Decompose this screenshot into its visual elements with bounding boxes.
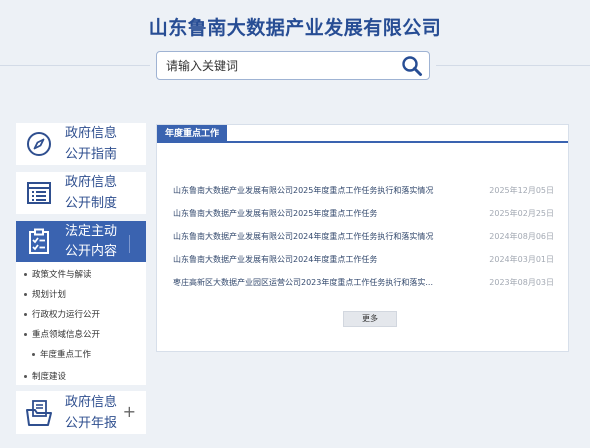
news-date: 2024年08月06日 — [489, 232, 554, 241]
submenu-item-plans[interactable]: 规划计划 — [24, 288, 66, 300]
sidebar-item-label: 公开指南 — [64, 147, 117, 162]
news-title[interactable]: 枣庄高新区大数据产业园区运营公司2023年度重点工作任务执行和落实... — [173, 276, 463, 290]
news-title[interactable]: 山东鲁南大数据产业发展有限公司2025年度重点工作任务 — [173, 207, 463, 221]
sidebar-item-label: 公开制度 — [64, 196, 117, 211]
document-folder-icon — [25, 399, 53, 427]
submenu-item-institution[interactable]: 制度建设 — [24, 370, 66, 382]
compass-icon — [25, 130, 53, 158]
header-divider-right — [436, 65, 590, 66]
divider — [129, 235, 130, 253]
news-date: 2024年03月01日 — [489, 255, 554, 264]
sidebar-item-disclosure-guide[interactable]: 政府信息 公开指南 — [16, 123, 146, 165]
sidebar-item-label: 法定主动 — [64, 224, 117, 239]
news-title[interactable]: 山东鲁南大数据产业发展有限公司2024年度重点工作任务 — [173, 253, 463, 267]
checklist-icon — [25, 227, 53, 255]
sidebar-submenu: 政策文件与解读 规划计划 行政权力运行公开 重点领域信息公开 年度重点工作 制度… — [16, 262, 146, 385]
sidebar-item-annual-report[interactable]: 政府信息 公开年报 + — [16, 391, 146, 434]
sidebar-item-label: 政府信息 — [64, 175, 117, 190]
list-item[interactable]: 山东鲁南大数据产业发展有限公司2024年度重点工作任务 2024年03月01日 — [173, 253, 554, 267]
tab-annual-key-work[interactable]: 年度重点工作 — [157, 125, 228, 143]
content-panel: 年度重点工作 山东鲁南大数据产业发展有限公司2025年度重点工作任务执行和落实情… — [156, 124, 569, 352]
sidebar-item-label: 政府信息 — [64, 126, 117, 141]
submenu-item-admin-power[interactable]: 行政权力运行公开 — [24, 308, 100, 320]
more-button[interactable]: 更多 — [343, 311, 397, 327]
sidebar-item-disclosure-system[interactable]: 政府信息 公开制度 — [16, 172, 146, 214]
submenu-item-key-areas[interactable]: 重点领域信息公开 — [24, 328, 100, 340]
news-title[interactable]: 山东鲁南大数据产业发展有限公司2024年度重点工作任务执行和落实情况 — [173, 230, 463, 244]
list-item[interactable]: 山东鲁南大数据产业发展有限公司2025年度重点工作任务执行和落实情况 2025年… — [173, 184, 554, 198]
plus-icon[interactable]: + — [123, 404, 136, 420]
news-date: 2025年02月25日 — [489, 209, 554, 218]
sidebar-item-label: 政府信息 — [64, 395, 117, 410]
sidebar-item-label: 公开年报 — [64, 416, 117, 431]
list-icon — [25, 179, 53, 207]
panel-header: 年度重点工作 — [157, 125, 568, 143]
sidebar-item-label: 公开内容 — [64, 244, 117, 259]
submenu-item-annual-key-work[interactable]: 年度重点工作 — [32, 348, 91, 360]
news-title[interactable]: 山东鲁南大数据产业发展有限公司2025年度重点工作任务执行和落实情况 — [173, 184, 463, 198]
news-date: 2023年08月03日 — [489, 278, 554, 287]
header-divider-left — [0, 65, 150, 66]
search-box — [156, 51, 430, 80]
list-item[interactable]: 枣庄高新区大数据产业园区运营公司2023年度重点工作任务执行和落实... 202… — [173, 276, 554, 290]
site-title: 山东鲁南大数据产业发展有限公司 — [148, 17, 442, 39]
search-input[interactable] — [166, 57, 391, 75]
submenu-item-policy-docs[interactable]: 政策文件与解读 — [24, 268, 92, 280]
news-date: 2025年12月05日 — [489, 186, 554, 195]
search-icon[interactable] — [401, 55, 423, 77]
list-item[interactable]: 山东鲁南大数据产业发展有限公司2025年度重点工作任务 2025年02月25日 — [173, 207, 554, 221]
list-item[interactable]: 山东鲁南大数据产业发展有限公司2024年度重点工作任务执行和落实情况 2024年… — [173, 230, 554, 244]
sidebar-item-statutory-content[interactable]: 法定主动 公开内容 — [16, 221, 146, 262]
